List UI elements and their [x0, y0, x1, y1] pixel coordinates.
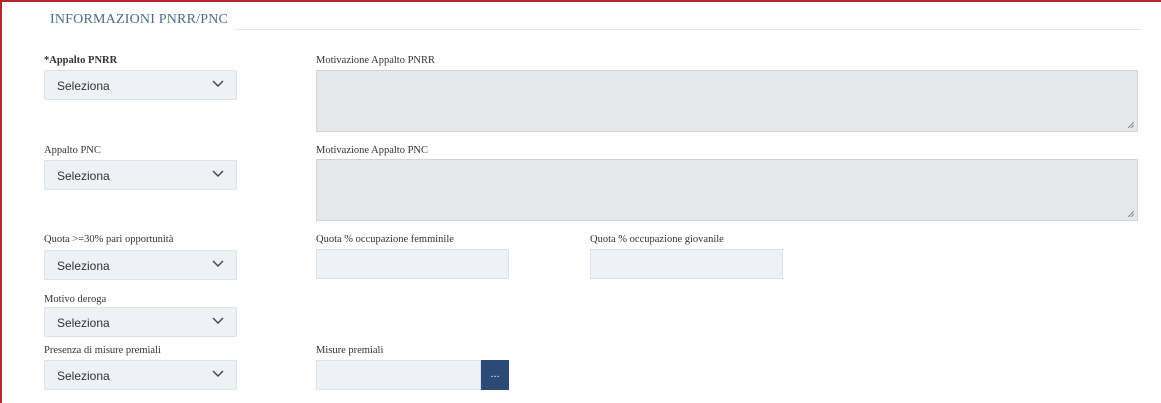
appalto-pnc-select[interactable]: Seleziona	[44, 160, 237, 190]
appalto-pnc-select-value: Seleziona	[57, 169, 110, 183]
quota-giovanile-input[interactable]	[590, 249, 783, 279]
quota-pari-opportunita-select[interactable]: Seleziona	[44, 250, 237, 280]
chevron-down-icon	[212, 370, 224, 377]
section-divider	[234, 29, 1141, 30]
motivo-deroga-label: Motivo deroga	[44, 294, 107, 305]
quota-femminile-label: Quota % occupazione femminile	[316, 234, 454, 245]
motivazione-pnrr-label: Motivazione Appalto PNRR	[316, 55, 435, 66]
chevron-down-icon	[212, 260, 224, 267]
chevron-down-icon	[212, 317, 224, 324]
chevron-down-icon	[212, 80, 224, 87]
presenza-misure-premiali-select[interactable]: Seleziona	[44, 360, 237, 390]
quota-pari-opportunita-select-value: Seleziona	[57, 259, 110, 273]
misure-premiali-label: Misure premiali	[316, 345, 384, 356]
quota-pari-opportunita-label: Quota >=30% pari opportunità	[44, 234, 174, 245]
appalto-pnrr-label: *Appalto PNRR	[44, 55, 118, 66]
motivazione-pnc-textarea[interactable]	[316, 159, 1138, 221]
misure-premiali-lookup-button[interactable]: ...	[481, 360, 509, 390]
resize-grip-icon[interactable]	[1127, 121, 1134, 128]
resize-grip-icon[interactable]	[1127, 210, 1134, 217]
appalto-pnrr-select[interactable]: Seleziona	[44, 70, 237, 100]
appalto-pnc-label: Appalto PNC	[44, 145, 101, 156]
motivazione-pnrr-textarea[interactable]	[316, 70, 1138, 132]
motivazione-pnc-label: Motivazione Appalto PNC	[316, 145, 428, 156]
section-title: INFORMAZIONI PNRR/PNC	[50, 12, 229, 27]
appalto-pnrr-select-value: Seleziona	[57, 79, 110, 93]
form-panel: INFORMAZIONI PNRR/PNC *Appalto PNRR Sele…	[0, 0, 1161, 403]
presenza-misure-premiali-label: Presenza di misure premiali	[44, 345, 161, 356]
motivo-deroga-select[interactable]: Seleziona	[44, 307, 237, 337]
motivo-deroga-select-value: Seleziona	[57, 316, 110, 330]
chevron-down-icon	[212, 170, 224, 177]
presenza-misure-premiali-select-value: Seleziona	[57, 369, 110, 383]
quota-giovanile-label: Quota % occupazione giovanile	[590, 234, 724, 245]
quota-femminile-input[interactable]	[316, 249, 509, 279]
misure-premiali-input[interactable]	[316, 360, 481, 390]
